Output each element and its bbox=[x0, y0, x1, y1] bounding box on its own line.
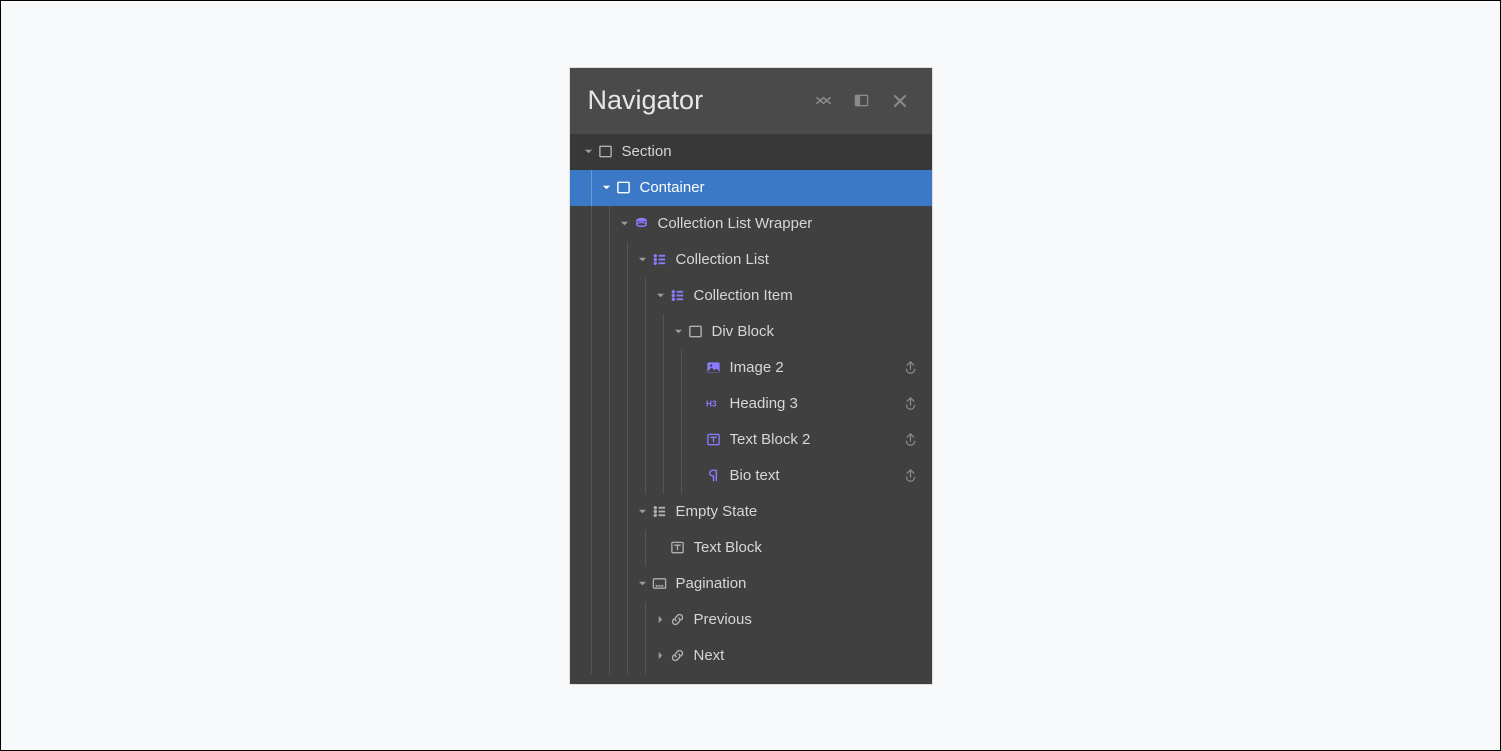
binding-indicator-icon[interactable] bbox=[902, 359, 920, 377]
tree-row-label: Text Block bbox=[694, 539, 920, 556]
tree-row-label: Image 2 bbox=[730, 359, 902, 376]
tree-row-section[interactable]: Section bbox=[570, 134, 932, 170]
tree-row-label: Text Block 2 bbox=[730, 431, 902, 448]
collapse-icon[interactable] bbox=[810, 87, 838, 115]
expand-arrow-icon[interactable] bbox=[600, 181, 614, 195]
tree-row-textblock[interactable]: Text Block bbox=[570, 530, 932, 566]
list-icon bbox=[652, 504, 668, 520]
text-icon bbox=[670, 540, 686, 556]
navigator-title: Navigator bbox=[588, 85, 800, 116]
tree-row-next[interactable]: Next bbox=[570, 638, 932, 674]
tree-row-pagination[interactable]: Pagination bbox=[570, 566, 932, 602]
tree-row-cl-item[interactable]: Collection Item bbox=[570, 278, 932, 314]
svg-text:H3: H3 bbox=[706, 400, 717, 409]
stack-icon bbox=[634, 216, 650, 232]
tree-row-textblock2[interactable]: Text Block 2 bbox=[570, 422, 932, 458]
expand-arrow-icon[interactable] bbox=[636, 253, 650, 267]
dock-icon[interactable] bbox=[848, 87, 876, 115]
tree-row-label: Collection Item bbox=[694, 287, 920, 304]
list-icon bbox=[652, 252, 668, 268]
link-icon bbox=[670, 612, 686, 628]
tree-row-label: Previous bbox=[694, 611, 920, 628]
expand-arrow-icon[interactable] bbox=[636, 505, 650, 519]
image-icon bbox=[706, 360, 722, 376]
tree-row-empty-state[interactable]: Empty State bbox=[570, 494, 932, 530]
binding-indicator-icon[interactable] bbox=[902, 395, 920, 413]
expand-arrow-icon[interactable] bbox=[654, 649, 668, 663]
tree-row-label: Container bbox=[640, 179, 920, 196]
expand-arrow-icon[interactable] bbox=[654, 289, 668, 303]
tree-row-label: Bio text bbox=[730, 467, 902, 484]
navigator-panel: Navigator Section Container Collection Lis… bbox=[570, 68, 932, 684]
navigator-titlebar: Navigator bbox=[570, 68, 932, 134]
binding-indicator-icon[interactable] bbox=[902, 431, 920, 449]
tree-row-div-block[interactable]: Div Block bbox=[570, 314, 932, 350]
binding-indicator-icon[interactable] bbox=[902, 467, 920, 485]
tree-row-container[interactable]: Container bbox=[570, 170, 932, 206]
link-icon bbox=[670, 648, 686, 664]
tree-row-label: Heading 3 bbox=[730, 395, 902, 412]
navigator-tree: Section Container Collection List Wrapper C… bbox=[570, 134, 932, 684]
tree-row-heading3[interactable]: H3 Heading 3 bbox=[570, 386, 932, 422]
pagination-icon bbox=[652, 576, 668, 592]
box-icon bbox=[616, 180, 632, 196]
paragraph-icon bbox=[706, 468, 722, 484]
tree-row-label: Div Block bbox=[712, 323, 920, 340]
tree-row-image2[interactable]: Image 2 bbox=[570, 350, 932, 386]
box-icon bbox=[688, 324, 704, 340]
expand-arrow-icon[interactable] bbox=[672, 325, 686, 339]
expand-arrow-icon[interactable] bbox=[654, 613, 668, 627]
tree-row-bio-text[interactable]: Bio text bbox=[570, 458, 932, 494]
expand-arrow-icon[interactable] bbox=[618, 217, 632, 231]
close-icon[interactable] bbox=[886, 87, 914, 115]
tree-row-label: Empty State bbox=[676, 503, 920, 520]
tree-row-cl-wrapper[interactable]: Collection List Wrapper bbox=[570, 206, 932, 242]
text-icon bbox=[706, 432, 722, 448]
list-icon bbox=[670, 288, 686, 304]
box-icon bbox=[598, 144, 614, 160]
tree-row-label: Collection List Wrapper bbox=[658, 215, 920, 232]
tree-row-previous[interactable]: Previous bbox=[570, 602, 932, 638]
expand-arrow-icon[interactable] bbox=[636, 577, 650, 591]
tree-row-label: Collection List bbox=[676, 251, 920, 268]
tree-row-cl-list[interactable]: Collection List bbox=[570, 242, 932, 278]
expand-arrow-icon[interactable] bbox=[582, 145, 596, 159]
tree-row-label: Next bbox=[694, 647, 920, 664]
h3-icon: H3 bbox=[706, 396, 722, 412]
tree-row-label: Pagination bbox=[676, 575, 920, 592]
tree-row-label: Section bbox=[622, 143, 920, 160]
